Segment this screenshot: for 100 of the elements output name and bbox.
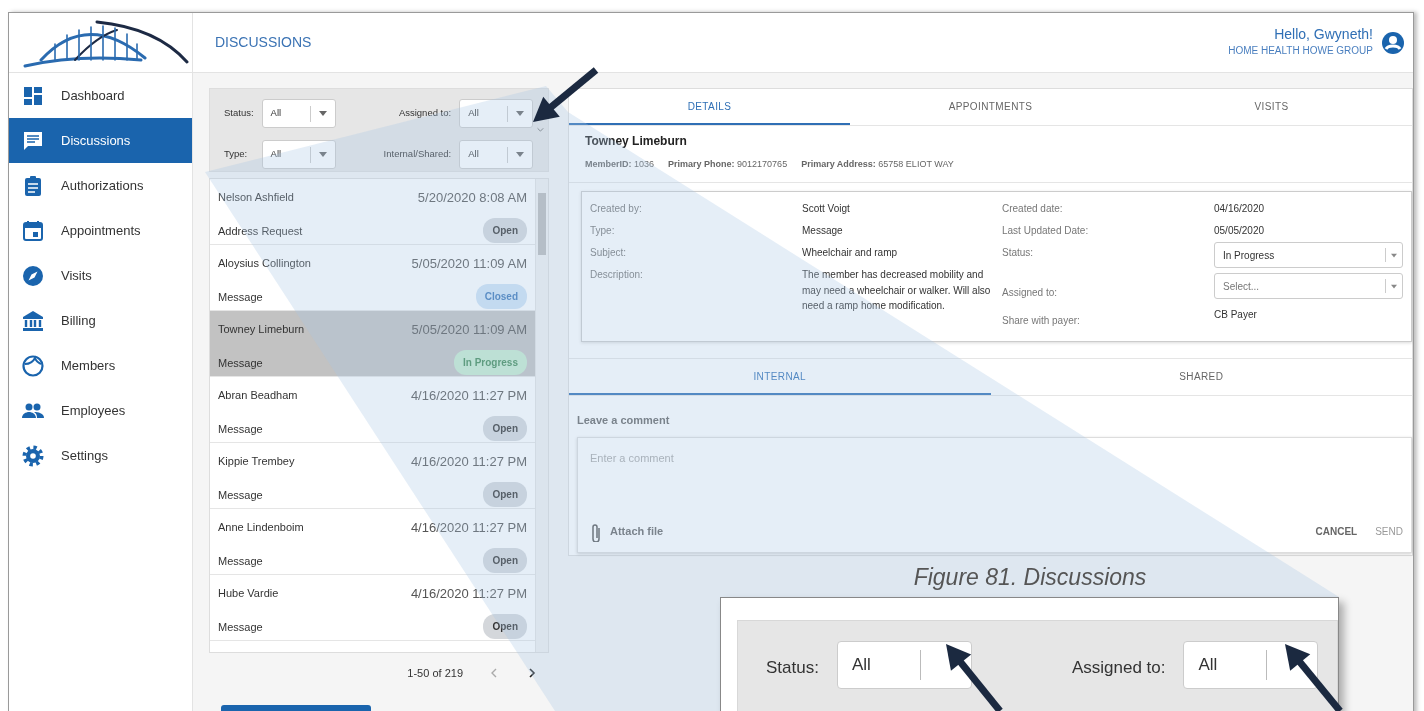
member-name: Towney Limeburn	[218, 322, 306, 338]
discussion-type: Address Request	[218, 223, 304, 239]
section-heading: Leave a comment	[576, 413, 671, 428]
status-badge: Open	[483, 614, 527, 640]
member-name: Kippie Trembey	[218, 454, 296, 470]
caret-icon	[1391, 252, 1397, 258]
member-name: Aloysius Collington	[218, 256, 312, 272]
filter-label: Status:	[224, 106, 254, 121]
caret-icon	[318, 111, 327, 116]
member-info: MemberID: 1036	[585, 159, 655, 169]
figure-caption: Figure 81. Discussions	[912, 563, 1148, 592]
member-name: Abran Beadham	[218, 388, 299, 404]
paperclip-icon	[590, 521, 602, 542]
sidebar-item[interactable]: Employees	[9, 388, 192, 433]
pointer-arrow	[533, 67, 599, 122]
field-value: 05/05/2020	[1214, 224, 1266, 238]
field-label: Subject:	[590, 246, 628, 260]
caret-icon	[1391, 283, 1397, 289]
filter-dropdown[interactable]: All	[1183, 641, 1319, 689]
member-name: Nelson Ashfield	[218, 190, 295, 206]
page-title: DISCUSSIONS	[215, 33, 312, 52]
chevron-left-icon	[490, 668, 498, 678]
sidebar-item[interactable]: Visits	[9, 253, 192, 298]
select-field[interactable]: In Progress	[1214, 242, 1403, 268]
select-field[interactable]: Select...	[1214, 273, 1403, 299]
member-name: Hube Vardie	[218, 586, 280, 602]
discussion-date: 4/16/2020 11:27 PM	[410, 584, 527, 603]
discussion-date: 4/16/2020 11:27 PM	[410, 452, 527, 471]
member-info: Primary Address: 65758 ELIOT WAY	[801, 159, 954, 169]
field-value: 04/16/2020	[1214, 202, 1266, 216]
filter-label: Type:	[224, 147, 249, 162]
filter-dropdown[interactable]: All	[459, 140, 534, 169]
discussion-type: Message	[218, 289, 264, 305]
tab[interactable]: APPOINTMENTS	[850, 89, 1131, 125]
field-value: The member has decreased mobility and may need a wheelchair or walker. Will also need a ramp home modification.	[802, 268, 992, 313]
sidebar-item[interactable]: Discussions	[9, 118, 192, 163]
sidebar-item[interactable]: Members	[9, 343, 192, 388]
discussion-date: 4/16/2020 11:27 PM	[410, 386, 527, 405]
field-value: Message	[802, 224, 844, 238]
discussion-type: Message	[218, 355, 264, 371]
field-value: CB Payer	[1214, 308, 1258, 322]
calendar-icon	[21, 218, 45, 243]
discussion-date: 5/05/2020 11:09 AM	[411, 320, 527, 339]
filter-dropdown[interactable]: All	[261, 99, 336, 128]
status-badge: Open	[483, 548, 527, 574]
discussion-date: 5/20/2020 8:08 AM	[417, 188, 527, 207]
comment-action-button[interactable]: CANCEL	[1297, 524, 1358, 539]
status-badge: In Progress	[453, 350, 527, 376]
discussion-type: Message	[218, 619, 264, 635]
discussion-row[interactable]: Towney Limeburn 5/05/2020 11:09 AM Message In Progress	[210, 311, 535, 377]
tab[interactable]: SHARED	[990, 359, 1412, 395]
sidebar-item[interactable]: Dashboard	[9, 73, 192, 118]
pointer-arrow	[1285, 644, 1343, 711]
pointer-arrow	[946, 644, 1003, 711]
status-badge: Closed	[475, 284, 527, 310]
tab[interactable]: DETAILS	[569, 89, 850, 125]
member-name: Anne Lindenboim	[218, 520, 305, 536]
page-range: 1-50 of 219	[407, 665, 463, 681]
discussion-date: 5/05/2020 11:09 AM	[411, 254, 527, 273]
discussion-type: Message	[218, 421, 264, 437]
discussion-date: 4/16/2020 11:27 PM	[410, 518, 527, 537]
caret-icon	[516, 152, 525, 157]
field-value: Scott Voigt	[802, 202, 851, 216]
chevron-down-icon[interactable]	[537, 125, 544, 135]
field-label: Created date:	[1002, 202, 1064, 216]
greeting-text: Hello, Gwyneth!	[1273, 27, 1373, 43]
member-name: Towney Limeburn	[585, 133, 688, 150]
discussion-type: Message	[218, 553, 264, 569]
field-label: Last Updated Date:	[1002, 224, 1090, 238]
filter-label: Assigned to:	[1071, 657, 1166, 679]
field-label: Created by:	[590, 202, 643, 216]
field-label: Assigned to:	[1002, 285, 1059, 300]
sidebar-item[interactable]: Appointments	[9, 208, 192, 253]
gear-icon	[21, 443, 45, 468]
field-value: Wheelchair and ramp	[802, 246, 899, 260]
compass-icon	[21, 263, 45, 288]
discussion-type: Message	[218, 487, 264, 503]
user-avatar-icon[interactable]	[1381, 30, 1405, 55]
tab[interactable]: VISITS	[1131, 89, 1412, 125]
member-info: Primary Phone: 9012170765	[668, 159, 788, 169]
sidebar-item[interactable]: Authorizations	[9, 163, 192, 208]
organization-name: HOME HEALTH HOWE GROUP	[1228, 43, 1373, 58]
filter-label: Assigned to:	[397, 106, 452, 121]
caret-icon	[318, 152, 327, 157]
chevron-right-icon	[528, 668, 536, 678]
scrollbar[interactable]	[535, 179, 548, 652]
filter-label: Internal/Shared:	[383, 147, 452, 162]
field-label: Type:	[590, 224, 616, 238]
filter-dropdown[interactable]: All	[836, 641, 972, 689]
field-label: Status:	[1002, 246, 1035, 260]
status-badge: Open	[483, 416, 527, 442]
status-badge: Open	[483, 482, 527, 508]
filter-label: Status:	[766, 657, 819, 679]
field-label: Description:	[590, 268, 644, 282]
filter-dropdown[interactable]: All	[261, 140, 336, 169]
filter-dropdown[interactable]: All	[459, 99, 534, 128]
sidebar-item[interactable]: Settings	[9, 433, 192, 478]
field-label: Share with payer:	[1002, 314, 1081, 328]
sidebar-item[interactable]: Billing	[9, 298, 192, 343]
face-icon	[21, 353, 45, 378]
